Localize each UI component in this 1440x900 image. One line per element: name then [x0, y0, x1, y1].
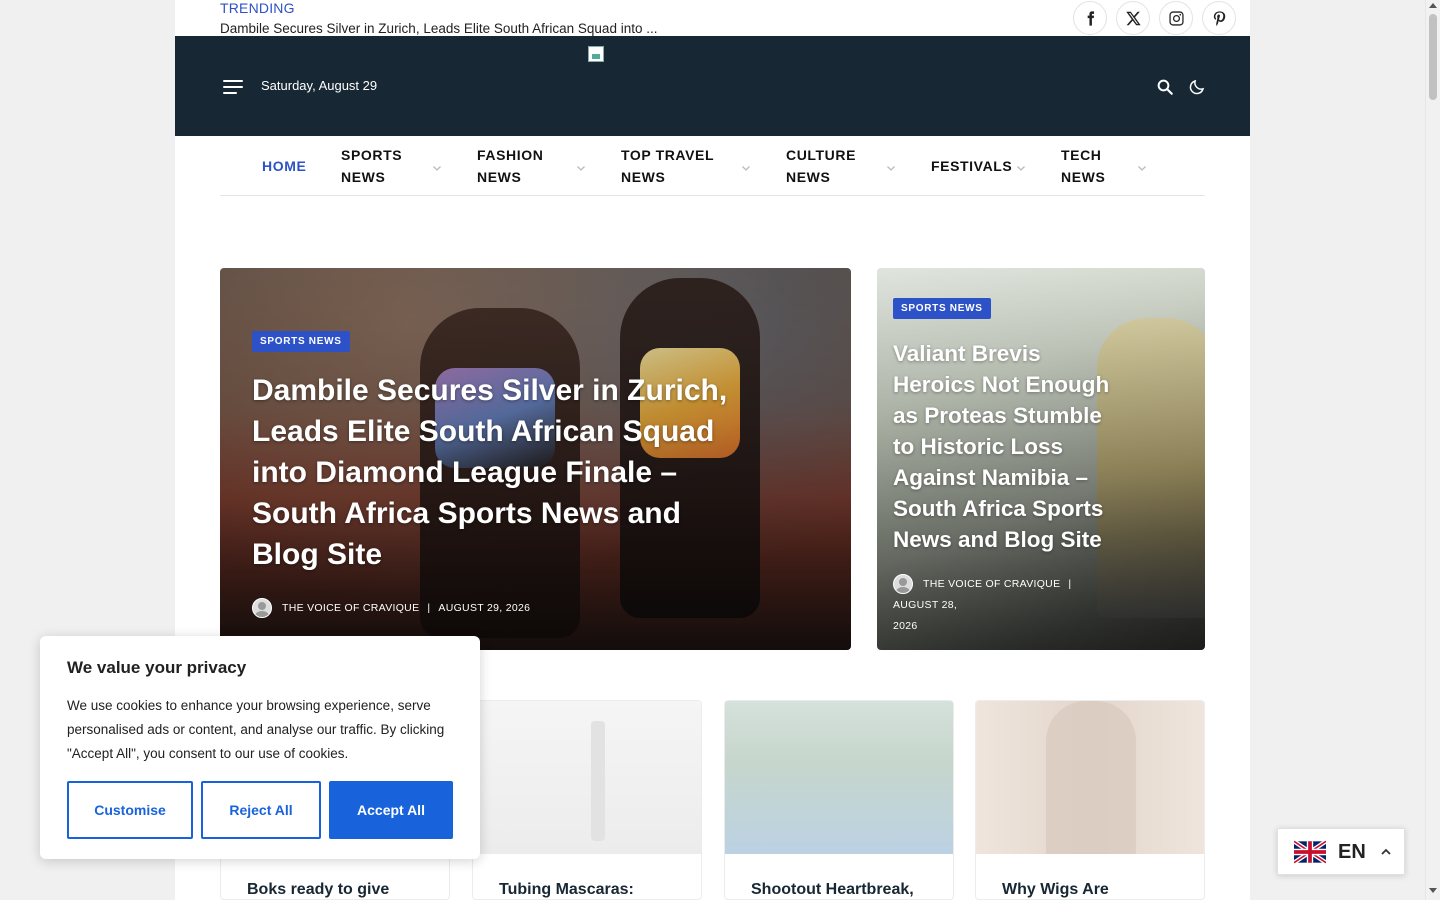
- meta-separator: |: [427, 602, 431, 614]
- facebook-link[interactable]: [1073, 1, 1107, 35]
- scrollbar-thumb[interactable]: [1429, 14, 1437, 100]
- nav-label-line: NEWS: [341, 169, 386, 185]
- side-title[interactable]: Valiant Brevis Heroics Not Enough as Pro…: [893, 338, 1123, 555]
- nav-label-line: NEWS: [1061, 169, 1106, 185]
- nav-item-tech-news[interactable]: TECH NEWS: [1061, 144, 1105, 188]
- page-scrollbar[interactable]: [1425, 0, 1440, 900]
- dark-mode-icon[interactable]: [1188, 78, 1206, 96]
- card-thumbnail[interactable]: [976, 701, 1204, 854]
- article-card[interactable]: Shootout Heartbreak,: [724, 700, 954, 900]
- site-logo[interactable]: [588, 46, 604, 62]
- chevron-down-icon[interactable]: [1016, 160, 1026, 171]
- uk-flag-icon: [1294, 839, 1326, 865]
- nav-label-line: NEWS: [477, 169, 522, 185]
- nav-item-festivals[interactable]: FESTIVALS: [931, 155, 1012, 177]
- nav-item-sports-news[interactable]: SPORTS NEWS: [341, 144, 402, 188]
- post-meta: THE VOICE OF CRAVIQUE | AUGUST 29, 2026: [252, 598, 530, 618]
- card-title[interactable]: Tubing Mascaras:: [499, 881, 634, 899]
- header-date: Saturday, August 29: [261, 78, 378, 93]
- nav-label-line: NEWS: [786, 169, 831, 185]
- x-icon: [1125, 11, 1141, 25]
- nav-label-line: CULTURE: [786, 147, 857, 163]
- chevron-down-icon[interactable]: [576, 160, 586, 171]
- site-header: Saturday, August 29: [175, 36, 1250, 136]
- card-thumbnail[interactable]: [725, 701, 953, 854]
- article-card[interactable]: Tubing Mascaras:: [472, 700, 702, 900]
- nav-label-line: FASHION: [477, 147, 544, 163]
- card-title[interactable]: Shootout Heartbreak,: [751, 881, 914, 899]
- language-code: EN: [1338, 841, 1366, 863]
- hero-title[interactable]: Dambile Secures Silver in Zurich, Leads …: [252, 370, 732, 575]
- chevron-down-icon[interactable]: [886, 160, 896, 171]
- post-meta: THE VOICE OF CRAVIQUE | AUGUST 28, 2026: [893, 574, 1143, 637]
- customise-button[interactable]: Customise: [67, 781, 193, 839]
- post-date: AUGUST 29, 2026: [438, 602, 531, 614]
- cookie-body: We use cookies to enhance your browsing …: [67, 698, 445, 761]
- trending-label: TRENDING: [220, 0, 295, 16]
- post-date: AUGUST 28,: [893, 599, 958, 611]
- facebook-icon: [1087, 10, 1094, 26]
- instagram-link[interactable]: [1159, 1, 1193, 35]
- author-name[interactable]: THE VOICE OF CRAVIQUE: [923, 574, 1060, 595]
- card-thumbnail[interactable]: [473, 701, 701, 854]
- nav-label-line: SPORTS: [341, 147, 403, 163]
- chevron-down-icon[interactable]: [1137, 160, 1147, 171]
- category-badge[interactable]: SPORTS NEWS: [252, 331, 350, 352]
- scroll-up-icon[interactable]: [1429, 3, 1437, 8]
- nav-label-line: TECH: [1061, 147, 1102, 163]
- language-switcher[interactable]: EN: [1277, 828, 1405, 875]
- nav-item-top-travel-news[interactable]: TOP TRAVEL NEWS: [621, 144, 714, 188]
- meta-separator: |: [1068, 578, 1072, 590]
- accept-all-button[interactable]: Accept All: [329, 781, 453, 839]
- chevron-down-icon[interactable]: [432, 160, 442, 171]
- pinterest-icon: [1213, 10, 1225, 26]
- chevron-up-icon[interactable]: [1380, 846, 1392, 858]
- reject-all-button[interactable]: Reject All: [201, 781, 321, 839]
- author-name[interactable]: THE VOICE OF CRAVIQUE: [282, 602, 419, 614]
- cookie-banner: We value your privacy We use cookies to …: [40, 636, 480, 859]
- category-badge[interactable]: SPORTS NEWS: [893, 298, 991, 319]
- hero-post[interactable]: SPORTS NEWS Dambile Secures Silver in Zu…: [220, 268, 851, 650]
- card-title[interactable]: Boks ready to give: [247, 881, 389, 899]
- nav-item-culture-news[interactable]: CULTURE NEWS: [786, 144, 856, 188]
- top-bar: TRENDING Dambile Secures Silver in Zuric…: [175, 0, 1250, 36]
- pinterest-link[interactable]: [1202, 1, 1236, 35]
- scroll-down-icon[interactable]: [1429, 888, 1437, 893]
- cookie-heading: We value your privacy: [67, 658, 247, 677]
- main-nav: HOME SPORTS NEWS FASHION NEWS TOP TRAVEL…: [220, 136, 1205, 196]
- menu-icon[interactable]: [223, 80, 243, 94]
- post-date-year: 2026: [893, 620, 918, 632]
- instagram-icon: [1168, 10, 1184, 26]
- x-link[interactable]: [1116, 1, 1150, 35]
- side-post[interactable]: SPORTS NEWS Valiant Brevis Heroics Not E…: [877, 268, 1205, 650]
- search-icon[interactable]: [1156, 78, 1174, 96]
- card-title[interactable]: Why Wigs Are: [1002, 881, 1109, 899]
- trending-headline-link[interactable]: Dambile Secures Silver in Zurich, Leads …: [220, 21, 657, 36]
- chevron-down-icon[interactable]: [741, 160, 751, 171]
- avatar[interactable]: [893, 574, 913, 594]
- nav-label-line: NEWS: [621, 169, 666, 185]
- nav-label-line: TOP TRAVEL: [621, 147, 715, 163]
- nav-item-home[interactable]: HOME: [262, 155, 306, 177]
- avatar[interactable]: [252, 598, 272, 618]
- nav-item-fashion-news[interactable]: FASHION NEWS: [477, 144, 543, 188]
- article-card[interactable]: Why Wigs Are: [975, 700, 1205, 900]
